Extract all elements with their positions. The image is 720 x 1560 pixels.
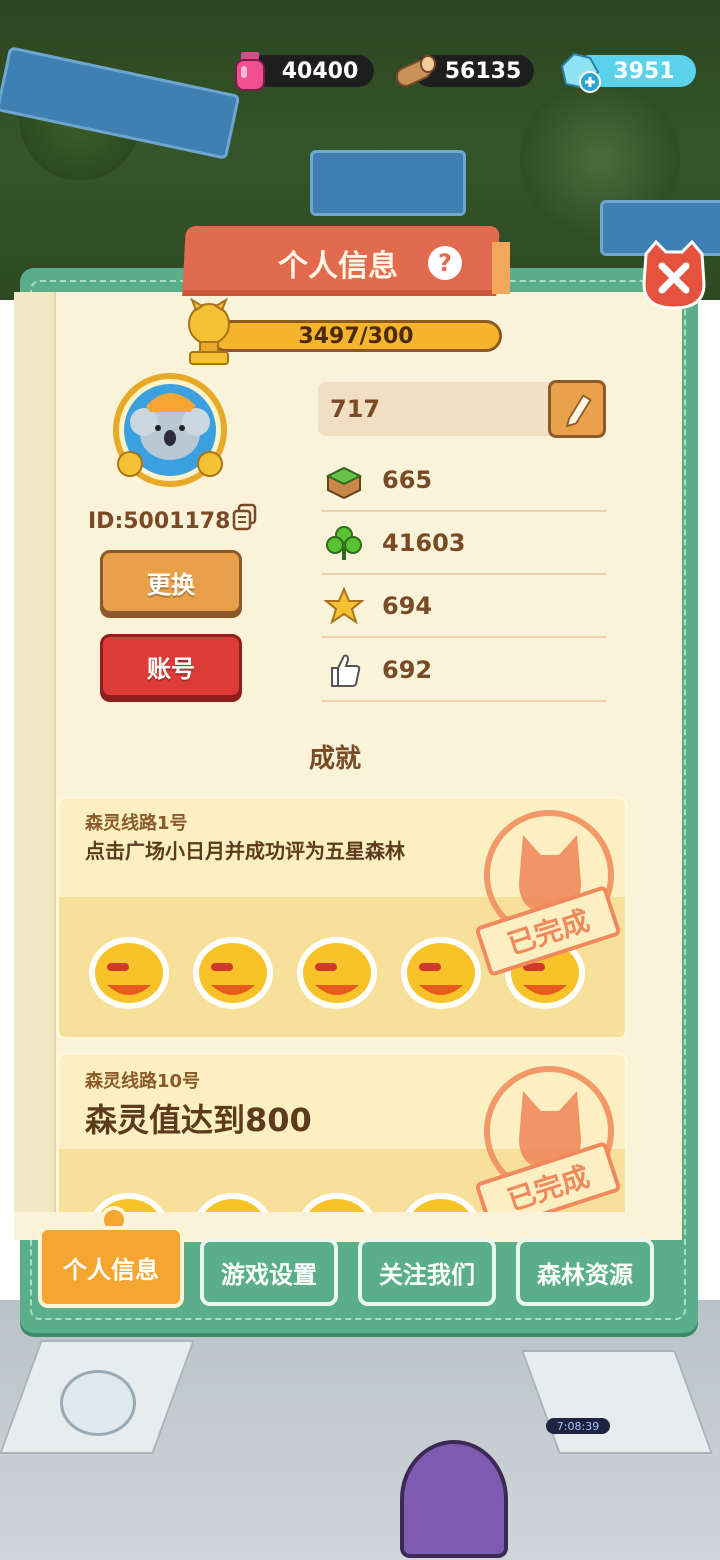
panel-title: 个人信息	[278, 249, 398, 284]
achievement-subtitle: 森灵线路10号	[85, 1071, 201, 1092]
player-id: ID:5001178	[88, 508, 231, 534]
stat-row: 665	[322, 450, 606, 512]
grass-block-icon	[325, 466, 363, 500]
scene-pond	[310, 150, 466, 216]
clover-icon	[326, 526, 362, 560]
achievement-subtitle: 森灵线路1号	[85, 813, 188, 834]
timer-text: 7:08:39	[556, 1419, 600, 1433]
player-name-field[interactable]: 717	[318, 382, 556, 436]
completed-stamp: 已完成	[469, 1061, 622, 1234]
star-icon	[324, 586, 364, 625]
achievement-description: 森灵值达到800	[85, 1101, 312, 1139]
thumbs-up-icon	[331, 654, 361, 687]
stat-row: 694	[322, 576, 606, 638]
account-button[interactable]: 账号	[100, 634, 242, 698]
change-avatar-button[interactable]: 更换	[100, 550, 242, 614]
panel-binding	[14, 292, 56, 1240]
potion-bottle-icon	[235, 52, 265, 91]
potion-value: 40400	[281, 58, 359, 84]
completed-stamp: 已完成	[469, 805, 622, 978]
tab-personal-info[interactable]: 个人信息	[38, 1226, 184, 1308]
chick-reward-icon	[193, 937, 273, 1009]
tab-game-settings[interactable]: 游戏设置	[200, 1238, 338, 1306]
stat-row: 41603	[322, 513, 606, 575]
help-icon[interactable]: ?	[428, 246, 462, 280]
wood-value: 56135	[444, 58, 522, 84]
achievement-card[interactable]: 森灵线路1号 点击广场小日月并成功评为五星森林 已完成	[56, 796, 628, 1040]
gem-value: 3951	[613, 58, 675, 84]
tab-follow-us[interactable]: 关注我们	[358, 1238, 496, 1306]
snowman-decoration[interactable]	[60, 1370, 136, 1436]
tab-forest-resources[interactable]: 森林资源	[516, 1238, 654, 1306]
stat-value: 694	[382, 592, 433, 620]
trophy-icon	[188, 298, 230, 365]
player-name: 717	[330, 395, 381, 423]
edit-pencil-icon[interactable]	[548, 380, 606, 438]
stat-value: 692	[382, 656, 433, 684]
title-tab-edge	[492, 242, 510, 294]
wood-log-icon	[395, 55, 436, 87]
stat-row: 692	[322, 640, 606, 702]
close-icon[interactable]	[638, 240, 710, 312]
xp-text: 3497/300	[298, 323, 414, 349]
stat-value: 41603	[382, 529, 466, 557]
stat-value: 665	[382, 466, 433, 494]
achievement-description: 点击广场小日月并成功评为五星森林	[85, 839, 405, 863]
avatar[interactable]	[110, 372, 230, 488]
crystal-plus-icon[interactable]	[556, 50, 604, 94]
timer-badge: 7:08:39	[546, 1418, 610, 1434]
chick-reward-icon	[89, 937, 169, 1009]
copy-icon[interactable]	[230, 502, 260, 532]
carousel-building[interactable]	[400, 1440, 508, 1558]
achievements-heading: 成就	[308, 743, 361, 774]
xp-progress-bar: 3497/300	[210, 320, 502, 352]
chick-reward-icon	[297, 937, 377, 1009]
